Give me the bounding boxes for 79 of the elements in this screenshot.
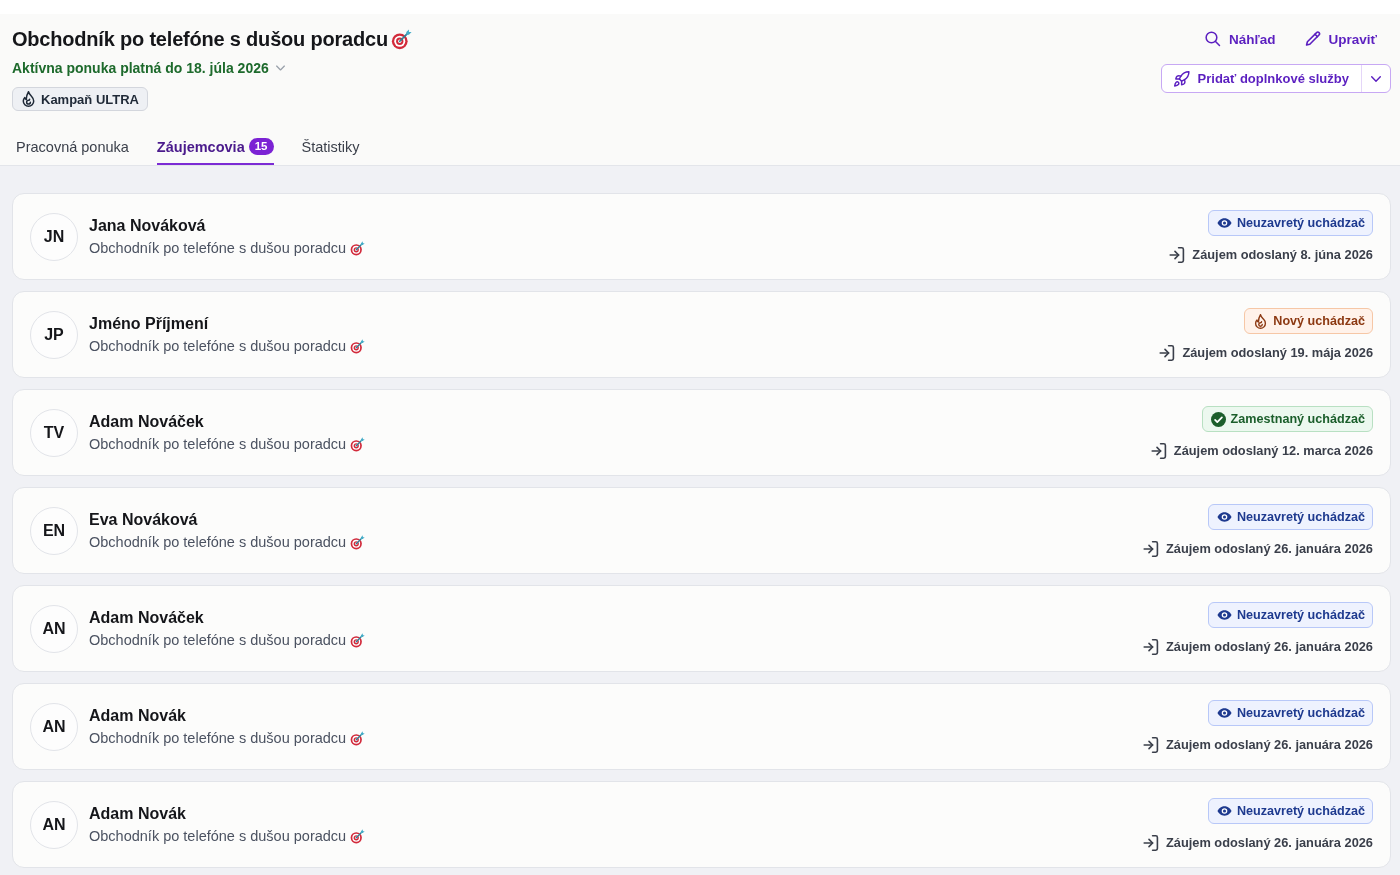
job-title: Obchodník po telefóne s dušou poradcu [89,435,347,454]
eye-icon [1216,512,1232,522]
initials-avatar: JN [30,212,78,261]
applicant-name: Eva Nováková [89,510,199,530]
check-circle-icon [1210,411,1226,427]
initials-avatar: AN [30,800,78,849]
applicant-card[interactable]: AN Adam Novák Obchodník po telefóne s dušou poradcu Neuzavretý uchádzač Záujem odoslaný 26. januára 2026 [12,781,1391,868]
status-label: Nový uchádzač [1273,314,1365,328]
applicant-card[interactable]: JN Jana Nováková Obchodník po telefóne s dušou poradcu Neuzavretý uchádzač Záujem odoslaný 8. júna 2026 [12,193,1391,280]
preview-button[interactable]: Náhľad [1199,25,1282,53]
initials-avatar: AN [30,604,78,653]
status-label: Neuzavretý uchádzač [1236,216,1365,230]
submitted-date: Záujem odoslaný 26. januára 2026 [1166,540,1373,558]
submitted-date: Záujem odoslaný 26. januára 2026 [1166,834,1373,852]
target-icon [350,338,366,354]
submitted-date: Záujem odoslaný 19. mája 2026 [1182,344,1373,362]
edit-button[interactable]: Upraviť [1298,25,1383,53]
initials-avatar: JP [30,310,78,359]
sign-in-icon [1143,835,1159,851]
target-icon [390,28,412,50]
target-icon [350,534,366,550]
count-badge: 15 [248,138,274,155]
applicant-name: Adam Nováček [89,608,205,628]
job-title: Obchodník po telefóne s dušou poradcu [89,337,347,356]
status-label: Neuzavretý uchádzač [1236,510,1365,524]
applicant-name: Adam Novák [89,706,187,726]
job-title: Obchodník po telefóne s dušou poradcu [89,239,347,258]
target-icon [350,730,366,746]
initials-avatar: EN [30,506,78,555]
rocket-icon [1173,70,1190,87]
flame-icon [22,91,35,107]
sign-in-icon [1143,541,1159,557]
applicant-card[interactable]: AN Adam Nováček Obchodník po telefóne s dušou poradcu Neuzavretý uchádzač Záujem odoslaný 26. januára 2026 [12,585,1391,672]
tab[interactable]: Pracovná ponuka [16,129,129,165]
search-icon [1205,31,1222,47]
chevron-down-icon [1371,75,1381,82]
offer-status-dropdown[interactable]: Aktívna ponuka platná do 18. júla 2026 [12,58,285,78]
submitted-date: Záujem odoslaný 26. januára 2026 [1166,736,1373,754]
job-title: Obchodník po telefóne s dušou poradcu [89,631,347,650]
applicant-name: Jana Nováková [89,216,207,236]
status-label: Neuzavretý uchádzač [1236,804,1365,818]
eye-icon [1216,806,1232,816]
status-label: Zamestnaný uchádzač [1230,412,1365,426]
sign-in-icon [1150,443,1167,459]
job-title: Obchodník po telefóne s dušou poradcu [89,729,347,748]
target-icon [350,436,366,452]
applicant-card[interactable]: JP Jméno Příjmení Obchodník po telefóne s dušou poradcu Nový uchádzač Záujem odoslaný 19. mája 2026 [12,291,1391,378]
job-title: Obchodník po telefóne s dušou poradcu [89,533,347,552]
applicant-card[interactable]: EN Eva Nováková Obchodník po telefóne s dušou poradcu Neuzavretý uchádzač Záujem odoslaný 26. januára 2026 [12,487,1391,574]
sign-in-icon [1169,247,1186,263]
sign-in-icon [1143,639,1159,655]
applicant-name: Adam Novák [89,804,187,824]
submitted-date: Záujem odoslaný 8. júna 2026 [1192,246,1373,264]
initials-avatar: AN [30,702,78,751]
chevron-down-icon [275,65,285,71]
submitted-date: Záujem odoslaný 12. marca 2026 [1173,442,1373,460]
target-icon [350,828,366,844]
eye-icon [1216,708,1232,718]
tab[interactable]: Štatistiky [301,129,360,165]
status-label: Neuzavretý uchádzač [1236,706,1365,720]
initials-avatar: TV [30,408,78,457]
sign-in-icon [1159,345,1176,361]
eye-icon [1216,218,1232,228]
sign-in-icon [1143,737,1159,753]
applicant-card[interactable]: AN Adam Novák Obchodník po telefóne s dušou poradcu Neuzavretý uchádzač Záujem odoslaný 26. januára 2026 [12,683,1391,770]
target-icon [350,240,366,256]
eye-icon [1216,610,1232,620]
target-icon [350,632,366,648]
campaign-label: Kampaň ULTRA [41,91,139,107]
status-label: Neuzavretý uchádzač [1236,608,1365,622]
applicant-name: Jméno Příjmení [89,314,210,334]
applicant-name: Adam Nováček [89,412,205,432]
submitted-date: Záujem odoslaný 26. januára 2026 [1166,638,1373,656]
job-title: Obchodník po telefóne s dušou poradcu [89,827,347,846]
add-services-button[interactable]: Pridať doplnkové služby [1161,65,1361,92]
applicant-card[interactable]: TV Adam Nováček Obchodník po telefóne s dušou poradcu Zamestnaný uchádzač Záujem odoslaný 12. marca 2026 [12,389,1391,476]
flame-icon [1253,313,1269,329]
page-title: Obchodník po telefóne s dušou poradcu [12,27,388,52]
pencil-icon [1304,31,1321,47]
